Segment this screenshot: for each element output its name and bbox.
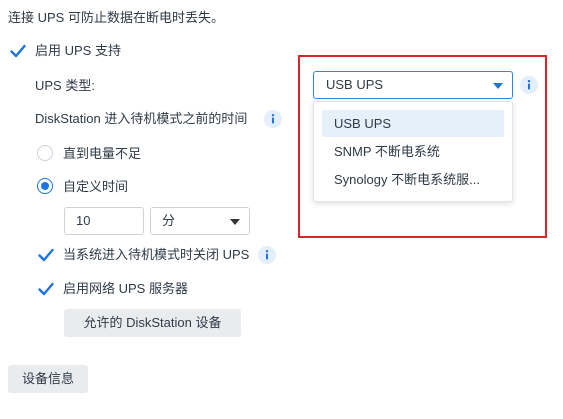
dropdown-option-synology[interactable]: Synology 不断电系统服...	[322, 166, 504, 193]
dropdown-option-usb-ups[interactable]: USB UPS	[322, 110, 504, 137]
checkmark-icon	[38, 282, 54, 296]
shutdown-ups-checkbox[interactable]	[37, 246, 55, 264]
standby-time-label: DiskStation 进入待机模式之前的时间	[35, 111, 248, 126]
info-icon[interactable]	[520, 76, 538, 94]
ups-type-label: UPS 类型:	[35, 78, 95, 93]
device-info-button[interactable]: 设备信息	[8, 365, 88, 393]
time-unit-value: 分	[162, 213, 176, 228]
checkmark-icon	[10, 44, 26, 58]
dropdown-option-snmp[interactable]: SNMP 不断电系统	[322, 138, 504, 165]
ups-type-select[interactable]: USB UPS	[313, 71, 513, 99]
checkmark-icon	[38, 248, 54, 262]
info-icon[interactable]	[264, 110, 282, 128]
ups-type-value: USB UPS	[326, 77, 384, 92]
intro-text: 连接 UPS 可防止数据在断电时丢失。	[8, 10, 224, 25]
custom-time-label: 自定义时间	[63, 179, 129, 194]
allowed-devices-button[interactable]: 允许的 DiskStation 设备	[64, 309, 241, 337]
custom-time-value: 10	[76, 213, 91, 228]
shutdown-ups-label: 当系统进入待机模式时关闭 UPS	[63, 247, 250, 262]
network-ups-checkbox[interactable]	[37, 280, 55, 298]
enable-ups-checkbox[interactable]	[9, 42, 27, 60]
network-ups-label: 启用网络 UPS 服务器	[63, 281, 188, 296]
custom-time-radio[interactable]	[37, 178, 53, 194]
info-icon[interactable]	[258, 246, 276, 264]
time-unit-select[interactable]: 分	[150, 207, 250, 235]
low-battery-radio[interactable]	[37, 145, 53, 161]
custom-time-input[interactable]: 10	[64, 207, 144, 235]
low-battery-label: 直到电量不足	[63, 146, 142, 161]
enable-ups-label: 启用 UPS 支持	[35, 43, 121, 58]
chevron-down-icon	[230, 219, 240, 225]
ups-type-dropdown: USB UPS SNMP 不断电系统 Synology 不断电系统服...	[313, 101, 513, 202]
chevron-down-icon	[493, 83, 503, 89]
